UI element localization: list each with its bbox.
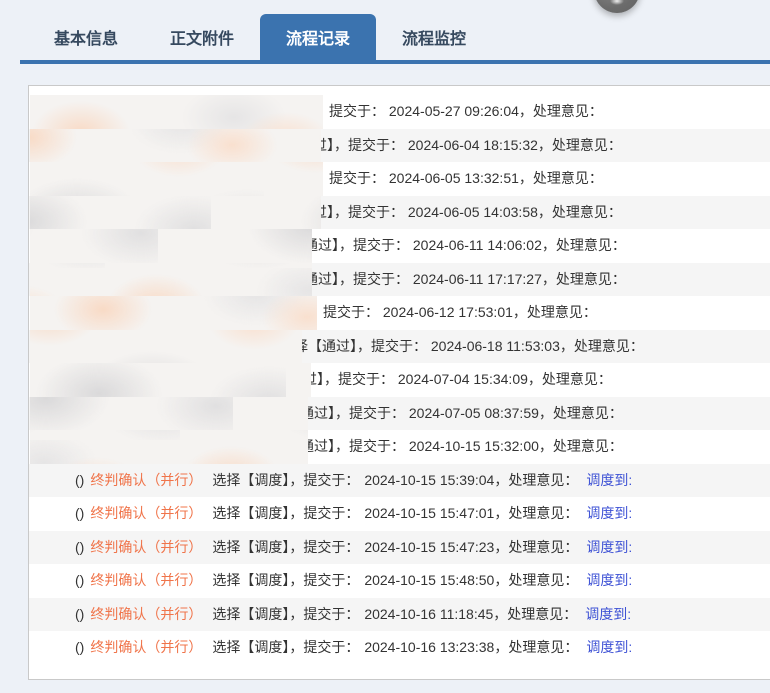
record-timestamp: 2024-10-15 15:47:23 <box>364 538 495 555</box>
record-row: 过】，提交于： 2024-06-04 18:15:32，处理意见： <box>29 128 770 162</box>
record-opinion-label: ，处理意见： <box>494 471 579 488</box>
record-opinion-label: ，处理意见： <box>493 605 578 622</box>
record-prefix: () <box>75 639 85 655</box>
record-row: () 终判确认（并行） 选择【调度】，提交于： 2024-10-16 13:23:38… <box>29 631 770 665</box>
record-timestamp: 2024-10-16 11:18:45 <box>364 605 494 622</box>
record-stage: 终判确认（并行） <box>90 605 203 622</box>
tab-body-attachments[interactable]: 正文附件 <box>144 14 260 60</box>
record-text: ，提交于： 2024-05-27 09:26:04，处理意见： <box>315 103 603 119</box>
dispatch-to-link[interactable]: 调度到: <box>586 539 632 555</box>
record-row: ，提交于： 2024-06-05 13:32:51，处理意见： <box>29 162 770 196</box>
record-timestamp: 2024-10-15 15:47:01 <box>364 505 495 521</box>
record-action: 选择【调度】，提交于： <box>212 639 360 655</box>
record-timestamp: 2024-10-15 15:48:50 <box>364 572 495 588</box>
record-stage: 终判确认（并行） <box>90 572 203 588</box>
record-opinion-label: ，处理意见： <box>494 572 579 588</box>
record-prefix: () <box>75 538 85 555</box>
record-stage: 终判确认（并行） <box>90 471 203 488</box>
record-stage: 终判确认（并行） <box>90 538 203 555</box>
tab-process-monitor[interactable]: 流程监控 <box>376 14 492 60</box>
dispatch-to-link[interactable]: 调度到: <box>586 472 632 488</box>
record-row: ，提交于： 2024-05-27 09:26:04，处理意见： <box>29 95 770 129</box>
record-opinion-label: ，处理意见： <box>494 639 579 655</box>
record-row: () 终判确认（并行） 选择【调度】，提交于： 2024-10-16 11:18:45… <box>29 597 770 631</box>
record-action: 选择【调度】，提交于： <box>212 505 360 521</box>
dispatch-to-link[interactable]: 调度到: <box>585 606 631 622</box>
redacted-blur <box>30 296 317 330</box>
record-action: 选择【调度】，提交于： <box>212 605 360 622</box>
record-prefix: () <box>75 572 85 588</box>
record-text: 过】，提交于： 2024-07-04 15:34:09，处理意见： <box>303 371 612 387</box>
record-row: 择【通过】，提交于： 2024-06-18 11:53:03，处理意见： <box>29 329 770 363</box>
tab-basic-info[interactable]: 基本信息 <box>28 14 144 60</box>
dispatch-to-link[interactable]: 调度到: <box>586 505 632 521</box>
redacted-blur <box>30 262 312 296</box>
record-prefix: () <box>75 471 85 488</box>
redacted-blur <box>30 128 321 162</box>
redacted-blur <box>30 363 311 397</box>
record-text: 通过】，提交于： 2024-06-11 14:06:02，处理意见： <box>304 237 626 253</box>
record-text: 过】，提交于： 2024-06-05 14:03:58，处理意见： <box>313 203 622 220</box>
record-timestamp: 2024-10-15 15:39:04 <box>364 471 495 488</box>
redacted-blur <box>30 430 308 464</box>
record-row: 通过】，提交于： 2024-07-05 08:37:59，处理意见： <box>29 396 770 430</box>
floating-action-button[interactable] <box>594 0 640 13</box>
redacted-blur <box>30 329 302 363</box>
record-row: 过】，提交于： 2024-07-04 15:34:09，处理意见： <box>29 363 770 397</box>
record-prefix: () <box>75 605 85 622</box>
record-text: ，提交于： 2024-06-05 13:32:51，处理意见： <box>315 170 603 186</box>
record-row: 通过】，提交于： 2024-06-11 14:06:02，处理意见： <box>29 229 770 263</box>
record-text: 过】，提交于： 2024-06-04 18:15:32，处理意见： <box>313 136 622 153</box>
record-row: () 终判确认（并行） 选择【调度】，提交于： 2024-10-15 15:47:23… <box>29 530 770 564</box>
record-action: 选择【调度】，提交于： <box>212 471 360 488</box>
redacted-blur <box>30 162 323 196</box>
record-action: 选择【调度】，提交于： <box>212 572 360 588</box>
record-text: 通过】，提交于： 2024-10-15 15:32:00，处理意见： <box>300 438 623 454</box>
dispatch-to-link[interactable]: 调度到: <box>586 572 632 588</box>
record-row: () 终判确认（并行） 选择【调度】，提交于： 2024-10-15 15:47:01… <box>29 497 770 531</box>
record-row: 过】，提交于： 2024-06-05 14:03:58，处理意见： <box>29 195 770 229</box>
redacted-blur <box>30 229 312 263</box>
record-stage: 终判确认（并行） <box>90 639 203 655</box>
record-row: ，提交于： 2024-06-12 17:53:01，处理意见： <box>29 296 770 330</box>
record-opinion-label: ，处理意见： <box>494 505 579 521</box>
redacted-blur <box>30 95 323 129</box>
records-list: ，提交于： 2024-05-27 09:26:04，处理意见： 过】，提交于： 2… <box>29 95 770 665</box>
tab-process-record[interactable]: 流程记录 <box>260 14 376 60</box>
record-text: 择【通过】，提交于： 2024-06-18 11:53:03，处理意见： <box>294 337 644 354</box>
record-row: () 终判确认（并行） 选择【调度】，提交于： 2024-10-15 15:48:50… <box>29 564 770 598</box>
record-opinion-label: ，处理意见： <box>494 538 579 555</box>
record-row: 通过】，提交于： 2024-06-11 17:17:27，处理意见： <box>29 262 770 296</box>
process-record-panel: ，提交于： 2024-05-27 09:26:04，处理意见： 过】，提交于： 2… <box>28 85 770 680</box>
record-row: 通过】，提交于： 2024-10-15 15:32:00，处理意见： <box>29 430 770 464</box>
record-action: 选择【调度】，提交于： <box>212 538 360 555</box>
redacted-blur <box>30 195 321 229</box>
dispatch-to-link[interactable]: 调度到: <box>586 639 632 655</box>
record-stage: 终判确认（并行） <box>90 505 203 521</box>
tab-bar: 基本信息 正文附件 流程记录 流程监控 <box>20 14 770 64</box>
record-text: 通过】，提交于： 2024-06-11 17:17:27，处理意见： <box>304 270 626 287</box>
record-text: 通过】，提交于： 2024-07-05 08:37:59，处理意见： <box>300 404 623 421</box>
record-row: () 终判确认（并行） 选择【调度】，提交于： 2024-10-15 15:39:04… <box>29 463 770 497</box>
page: { "colors": { "accent_blue": "#3b73af", … <box>0 0 770 693</box>
redacted-blur <box>30 396 308 430</box>
record-text: ，提交于： 2024-06-12 17:53:01，处理意见： <box>309 304 597 320</box>
record-timestamp: 2024-10-16 13:23:38 <box>364 639 495 655</box>
record-prefix: () <box>75 505 85 521</box>
